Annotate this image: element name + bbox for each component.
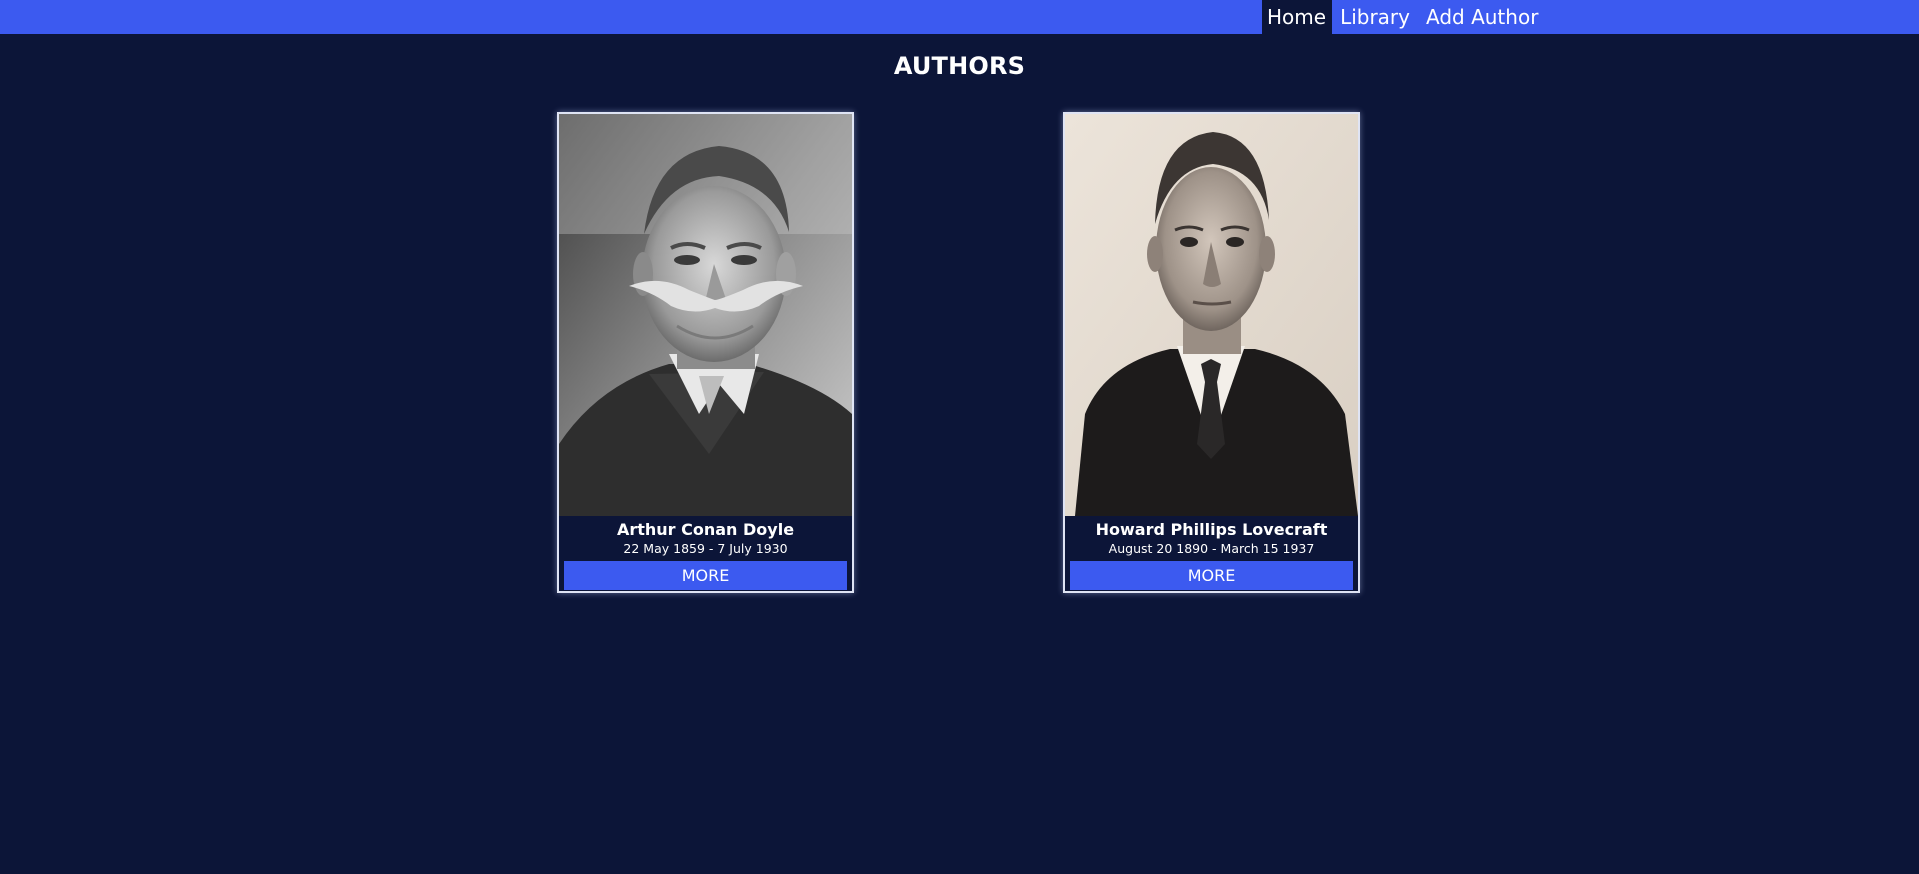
page-title: AUTHORS xyxy=(893,52,1026,80)
nav-home-link[interactable]: Home xyxy=(1262,0,1333,34)
author-portrait-image xyxy=(1065,114,1358,516)
author-card: Arthur Conan Doyle 22 May 1859 - 7 July … xyxy=(557,112,854,593)
nav-library-link[interactable]: Library xyxy=(1332,0,1418,34)
author-name: Howard Phillips Lovecraft xyxy=(1095,520,1328,539)
author-card: Howard Phillips Lovecraft August 20 1890… xyxy=(1063,112,1360,593)
main-nav: Home Library Add Author xyxy=(1262,0,1546,34)
top-nav-bar: Home Library Add Author xyxy=(0,0,1919,34)
author-dates: 22 May 1859 - 7 July 1930 xyxy=(623,541,788,556)
author-dates: August 20 1890 - March 15 1937 xyxy=(1108,541,1315,556)
author-name: Arthur Conan Doyle xyxy=(616,520,795,539)
more-button[interactable]: MORE xyxy=(1070,561,1353,590)
author-portrait-image xyxy=(559,114,852,516)
more-button[interactable]: MORE xyxy=(564,561,847,590)
nav-add-author-link[interactable]: Add Author xyxy=(1418,0,1546,34)
